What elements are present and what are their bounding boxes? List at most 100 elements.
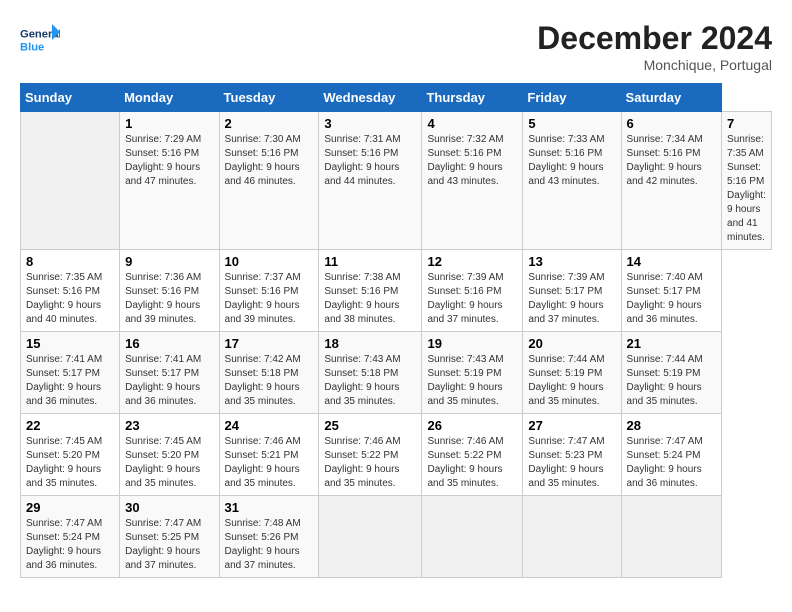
day-number: 20 xyxy=(528,336,615,351)
day-info: Sunrise: 7:47 AMSunset: 5:24 PMDaylight:… xyxy=(26,517,114,573)
weekday-header-cell: Friday xyxy=(523,84,621,112)
calendar-day-cell: 19 Sunrise: 7:43 AMSunset: 5:19 PMDayligh… xyxy=(422,332,523,414)
calendar-day-cell: 26 Sunrise: 7:46 AMSunset: 5:22 PMDayligh… xyxy=(422,414,523,496)
day-info: Sunrise: 7:43 AMSunset: 5:19 PMDaylight:… xyxy=(427,353,517,409)
location-subtitle: Monchique, Portugal xyxy=(537,57,772,73)
calendar-week-row: 1 Sunrise: 7:29 AMSunset: 5:16 PMDaylight… xyxy=(21,112,772,250)
calendar-day-cell: 24 Sunrise: 7:46 AMSunset: 5:21 PMDayligh… xyxy=(219,414,319,496)
calendar-day-cell: 8 Sunrise: 7:35 AMSunset: 5:16 PMDaylight… xyxy=(21,250,120,332)
calendar-day-cell: 4 Sunrise: 7:32 AMSunset: 5:16 PMDaylight… xyxy=(422,112,523,250)
day-info: Sunrise: 7:31 AMSunset: 5:16 PMDaylight:… xyxy=(324,133,416,189)
calendar-day-cell: 18 Sunrise: 7:43 AMSunset: 5:18 PMDayligh… xyxy=(319,332,422,414)
calendar-day-cell: 30 Sunrise: 7:47 AMSunset: 5:25 PMDayligh… xyxy=(120,496,219,578)
day-number: 22 xyxy=(26,418,114,433)
calendar-day-cell: 1 Sunrise: 7:29 AMSunset: 5:16 PMDaylight… xyxy=(120,112,219,250)
day-number: 13 xyxy=(528,254,615,269)
day-info: Sunrise: 7:30 AMSunset: 5:16 PMDaylight:… xyxy=(225,133,314,189)
day-number: 26 xyxy=(427,418,517,433)
day-info: Sunrise: 7:32 AMSunset: 5:16 PMDaylight:… xyxy=(427,133,517,189)
page-header: General Blue December 2024 Monchique, Po… xyxy=(20,20,772,73)
day-number: 10 xyxy=(225,254,314,269)
weekday-header-cell: Monday xyxy=(120,84,219,112)
day-number: 5 xyxy=(528,116,615,131)
day-number: 3 xyxy=(324,116,416,131)
calendar-day-cell: 3 Sunrise: 7:31 AMSunset: 5:16 PMDaylight… xyxy=(319,112,422,250)
weekday-header-cell: Thursday xyxy=(422,84,523,112)
day-info: Sunrise: 7:47 AMSunset: 5:23 PMDaylight:… xyxy=(528,435,615,491)
calendar-day-cell: 7Sunrise: 7:35 AMSunset: 5:16 PMDaylight… xyxy=(722,112,772,250)
calendar-day-cell xyxy=(21,112,120,250)
calendar-day-cell: 27 Sunrise: 7:47 AMSunset: 5:23 PMDayligh… xyxy=(523,414,621,496)
calendar-day-cell xyxy=(422,496,523,578)
day-number: 24 xyxy=(225,418,314,433)
day-number: 15 xyxy=(26,336,114,351)
calendar-day-cell xyxy=(621,496,721,578)
calendar-week-row: 8 Sunrise: 7:35 AMSunset: 5:16 PMDaylight… xyxy=(21,250,772,332)
calendar-table: SundayMondayTuesdayWednesdayThursdayFrid… xyxy=(20,83,772,578)
calendar-day-cell: 25 Sunrise: 7:46 AMSunset: 5:22 PMDayligh… xyxy=(319,414,422,496)
day-info: Sunrise: 7:39 AMSunset: 5:16 PMDaylight:… xyxy=(427,271,517,327)
day-info: Sunrise: 7:41 AMSunset: 5:17 PMDaylight:… xyxy=(26,353,114,409)
calendar-body: 1 Sunrise: 7:29 AMSunset: 5:16 PMDaylight… xyxy=(21,112,772,578)
day-info: Sunrise: 7:29 AMSunset: 5:16 PMDaylight:… xyxy=(125,133,213,189)
day-info: Sunrise: 7:46 AMSunset: 5:22 PMDaylight:… xyxy=(324,435,416,491)
calendar-day-cell: 2 Sunrise: 7:30 AMSunset: 5:16 PMDaylight… xyxy=(219,112,319,250)
calendar-day-cell: 11Sunrise: 7:38 AMSunset: 5:16 PMDayligh… xyxy=(319,250,422,332)
day-number: 1 xyxy=(125,116,213,131)
calendar-day-cell: 6 Sunrise: 7:34 AMSunset: 5:16 PMDaylight… xyxy=(621,112,721,250)
day-number: 30 xyxy=(125,500,213,515)
day-info: Sunrise: 7:35 AMSunset: 5:16 PMDaylight:… xyxy=(727,133,766,245)
weekday-header-cell: Tuesday xyxy=(219,84,319,112)
day-number: 29 xyxy=(26,500,114,515)
weekday-header-cell: Saturday xyxy=(621,84,721,112)
day-info: Sunrise: 7:47 AMSunset: 5:25 PMDaylight:… xyxy=(125,517,213,573)
day-info: Sunrise: 7:39 AMSunset: 5:17 PMDaylight:… xyxy=(528,271,615,327)
day-info: Sunrise: 7:41 AMSunset: 5:17 PMDaylight:… xyxy=(125,353,213,409)
calendar-week-row: 15 Sunrise: 7:41 AMSunset: 5:17 PMDayligh… xyxy=(21,332,772,414)
day-info: Sunrise: 7:46 AMSunset: 5:22 PMDaylight:… xyxy=(427,435,517,491)
day-number: 2 xyxy=(225,116,314,131)
calendar-day-cell: 22 Sunrise: 7:45 AMSunset: 5:20 PMDayligh… xyxy=(21,414,120,496)
month-year-title: December 2024 xyxy=(537,20,772,57)
day-info: Sunrise: 7:35 AMSunset: 5:16 PMDaylight:… xyxy=(26,271,114,327)
day-number: 17 xyxy=(225,336,314,351)
day-number: 28 xyxy=(627,418,716,433)
day-number: 27 xyxy=(528,418,615,433)
day-info: Sunrise: 7:33 AMSunset: 5:16 PMDaylight:… xyxy=(528,133,615,189)
day-info: Sunrise: 7:47 AMSunset: 5:24 PMDaylight:… xyxy=(627,435,716,491)
day-info: Sunrise: 7:36 AMSunset: 5:16 PMDaylight:… xyxy=(125,271,213,327)
day-number: 23 xyxy=(125,418,213,433)
calendar-day-cell: 23 Sunrise: 7:45 AMSunset: 5:20 PMDayligh… xyxy=(120,414,219,496)
calendar-day-cell: 20Sunrise: 7:44 AMSunset: 5:19 PMDayligh… xyxy=(523,332,621,414)
day-number: 8 xyxy=(26,254,114,269)
day-number: 31 xyxy=(225,500,314,515)
day-number: 18 xyxy=(324,336,416,351)
calendar-day-cell: 15 Sunrise: 7:41 AMSunset: 5:17 PMDayligh… xyxy=(21,332,120,414)
day-info: Sunrise: 7:40 AMSunset: 5:17 PMDaylight:… xyxy=(627,271,716,327)
day-number: 21 xyxy=(627,336,716,351)
day-info: Sunrise: 7:43 AMSunset: 5:18 PMDaylight:… xyxy=(324,353,416,409)
day-number: 4 xyxy=(427,116,517,131)
calendar-day-cell: 17Sunrise: 7:42 AMSunset: 5:18 PMDayligh… xyxy=(219,332,319,414)
calendar-day-cell: 9Sunrise: 7:36 AMSunset: 5:16 PMDaylight… xyxy=(120,250,219,332)
day-number: 19 xyxy=(427,336,517,351)
calendar-day-cell: 28 Sunrise: 7:47 AMSunset: 5:24 PMDayligh… xyxy=(621,414,721,496)
calendar-day-cell: 29 Sunrise: 7:47 AMSunset: 5:24 PMDayligh… xyxy=(21,496,120,578)
weekday-header-cell: Wednesday xyxy=(319,84,422,112)
day-info: Sunrise: 7:46 AMSunset: 5:21 PMDaylight:… xyxy=(225,435,314,491)
calendar-day-cell: 10Sunrise: 7:37 AMSunset: 5:16 PMDayligh… xyxy=(219,250,319,332)
title-section: December 2024 Monchique, Portugal xyxy=(537,20,772,73)
day-info: Sunrise: 7:45 AMSunset: 5:20 PMDaylight:… xyxy=(26,435,114,491)
day-info: Sunrise: 7:45 AMSunset: 5:20 PMDaylight:… xyxy=(125,435,213,491)
calendar-day-cell: 12Sunrise: 7:39 AMSunset: 5:16 PMDayligh… xyxy=(422,250,523,332)
day-number: 16 xyxy=(125,336,213,351)
day-number: 25 xyxy=(324,418,416,433)
calendar-day-cell xyxy=(523,496,621,578)
day-number: 14 xyxy=(627,254,716,269)
day-number: 6 xyxy=(627,116,716,131)
calendar-day-cell: 21Sunrise: 7:44 AMSunset: 5:19 PMDayligh… xyxy=(621,332,721,414)
day-info: Sunrise: 7:34 AMSunset: 5:16 PMDaylight:… xyxy=(627,133,716,189)
calendar-week-row: 22 Sunrise: 7:45 AMSunset: 5:20 PMDayligh… xyxy=(21,414,772,496)
calendar-day-cell: 13 Sunrise: 7:39 AMSunset: 5:17 PMDayligh… xyxy=(523,250,621,332)
calendar-day-cell: 14 Sunrise: 7:40 AMSunset: 5:17 PMDayligh… xyxy=(621,250,721,332)
